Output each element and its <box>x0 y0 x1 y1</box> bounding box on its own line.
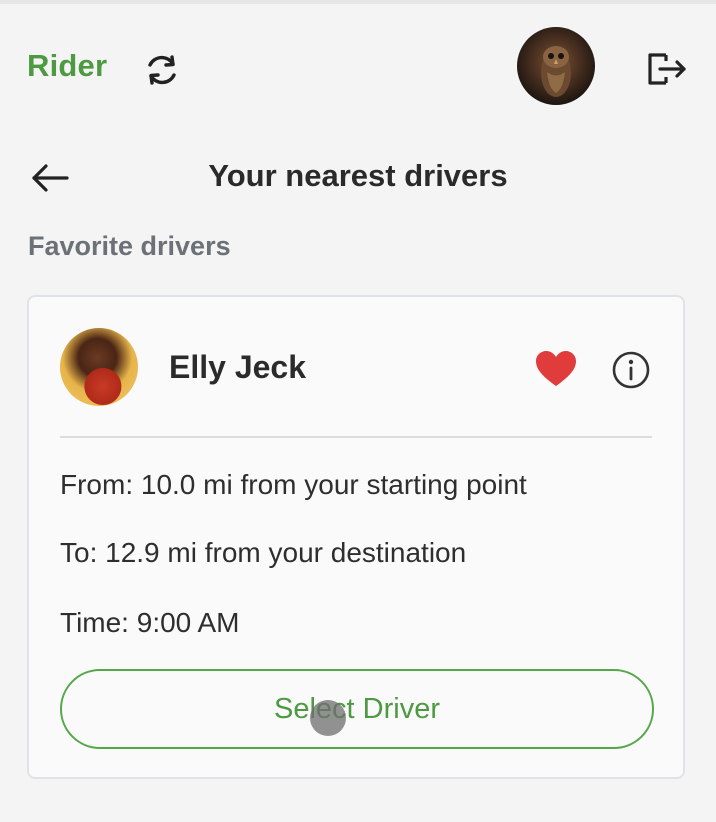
logout-icon[interactable] <box>644 49 688 89</box>
driver-avatar <box>60 328 138 406</box>
driver-card: Elly Jeck From: 10.0 mi from your starti… <box>27 295 685 779</box>
app-header: Rider <box>0 0 716 130</box>
brand-title: Rider <box>27 48 108 83</box>
pointer-indicator <box>310 700 346 736</box>
page-title: Your nearest drivers <box>208 158 508 193</box>
heart-icon[interactable] <box>534 349 578 389</box>
section-title: Favorite drivers <box>28 231 231 261</box>
owl-photo <box>541 46 571 97</box>
select-driver-button[interactable]: Select Driver <box>60 669 654 749</box>
refresh-icon[interactable] <box>142 50 182 90</box>
distance-to-destination: To: 12.9 mi from your destination <box>60 537 467 568</box>
info-icon[interactable] <box>611 350 651 390</box>
pickup-time: Time: 9:00 AM <box>60 607 240 638</box>
driver-name: Elly Jeck <box>169 349 306 385</box>
distance-from-start: From: 10.0 mi from your starting point <box>60 469 527 500</box>
card-divider <box>60 436 652 438</box>
user-avatar[interactable] <box>517 27 595 105</box>
